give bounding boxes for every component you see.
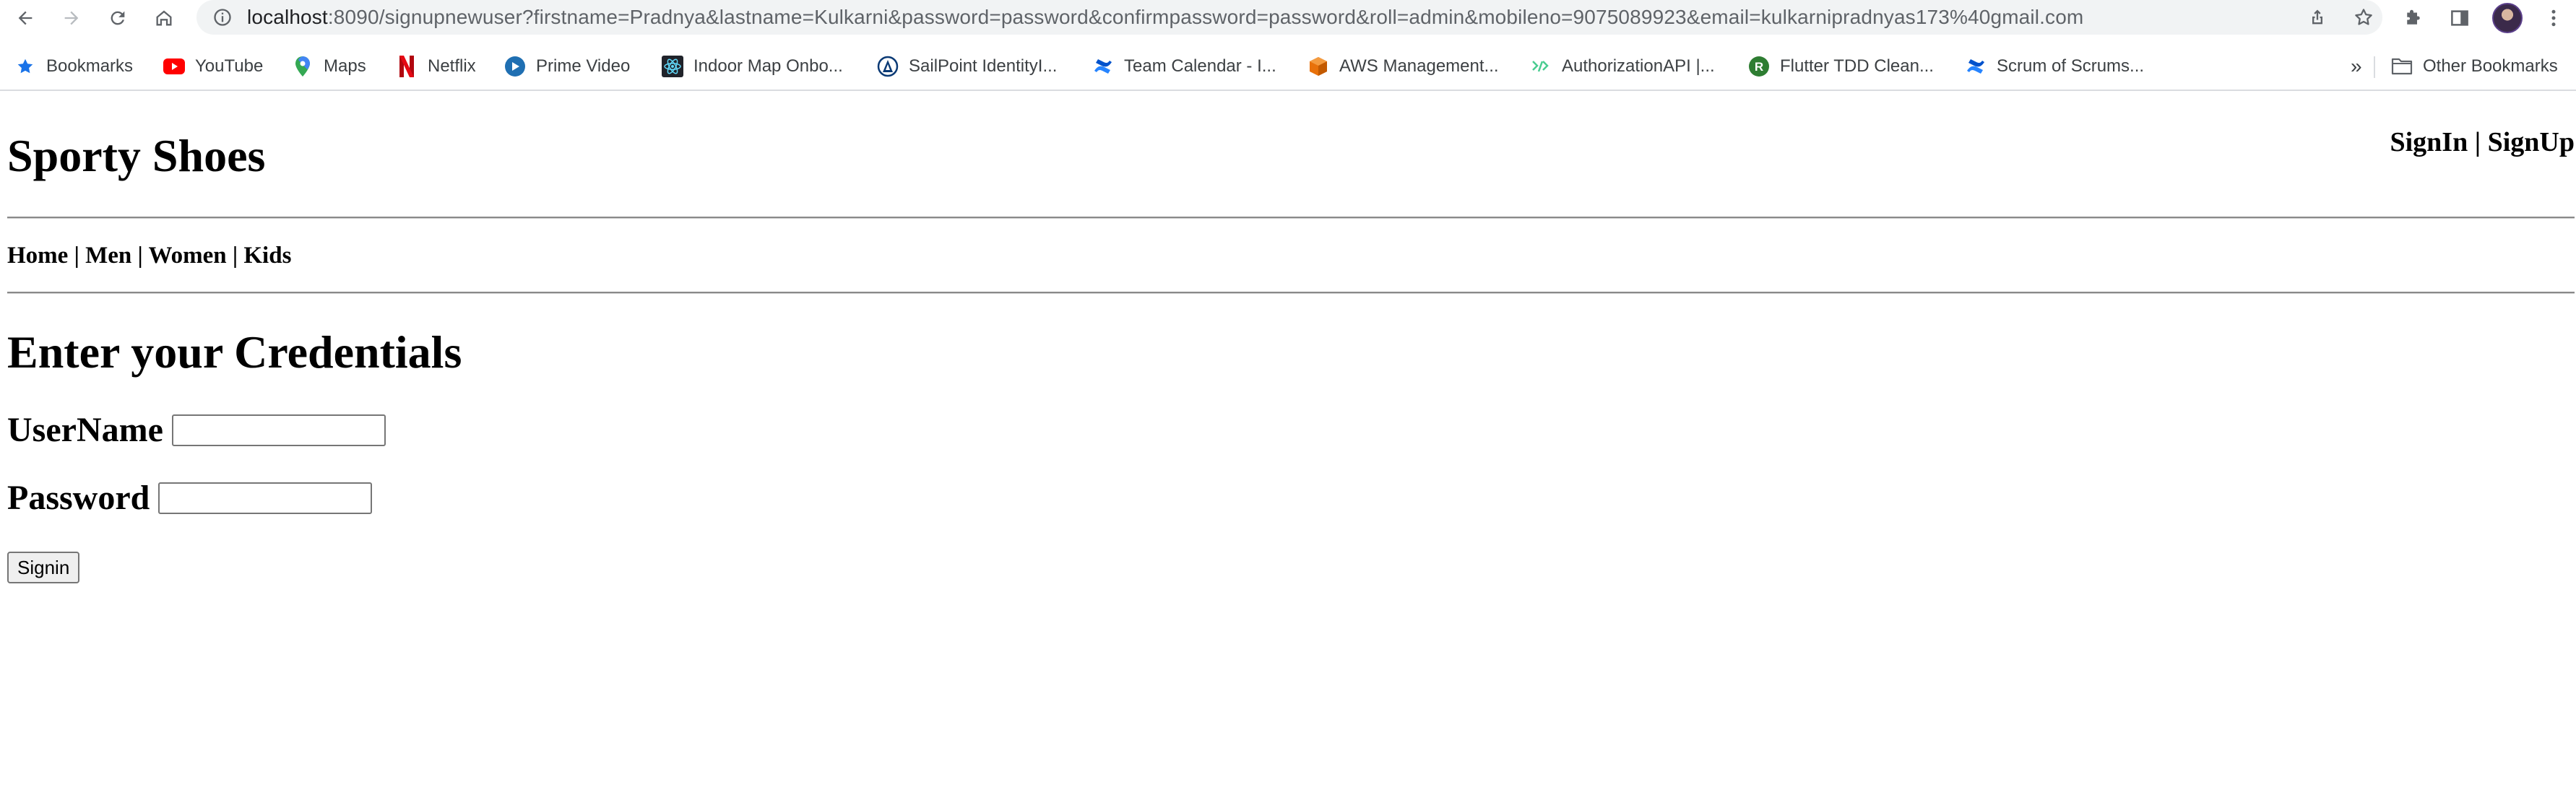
header-divider (7, 217, 2575, 219)
bookmark-label: Team Calendar - I... (1124, 56, 1276, 76)
signup-link[interactable]: SignUp (2488, 127, 2575, 157)
bookmark-label: Other Bookmarks (2423, 56, 2558, 76)
more-vertical-icon[interactable] (2540, 4, 2567, 32)
page-content: Sporty Shoes SignIn | SignUp Home | Men … (0, 91, 2576, 787)
browser-toolbar: localhost:8090/signupnewuser?firstname=P… (0, 0, 2576, 36)
svg-text:R: R (1755, 60, 1763, 74)
bookmark-label: Prime Video (536, 56, 631, 76)
password-row: Password (7, 479, 373, 517)
maps-pin-icon (292, 56, 314, 77)
menu-divider (7, 292, 2575, 294)
bookmark-label: AuthorizationAPI |... (1562, 56, 1715, 76)
bookmarks-divider (2374, 56, 2375, 78)
address-bar[interactable]: localhost:8090/signupnewuser?firstname=P… (196, 0, 2382, 35)
folder-icon (2391, 56, 2413, 77)
forward-arrow-icon[interactable] (56, 3, 87, 33)
info-icon[interactable] (212, 7, 233, 31)
bookmark-item[interactable]: SailPoint IdentityI... (877, 53, 1057, 79)
menu-item-women[interactable]: Women (148, 243, 226, 269)
star-icon (14, 56, 36, 77)
share-icon[interactable] (2306, 6, 2329, 29)
username-label: UserName (7, 411, 163, 449)
bookmark-item[interactable]: AWS Management... (1308, 53, 1499, 79)
r-logo-icon: R (1748, 56, 1770, 77)
bookmark-item[interactable]: Scrum of Scrums... (1965, 53, 2144, 79)
site-brand: Sporty Shoes (7, 130, 266, 181)
bookmark-label: Scrum of Scrums... (1997, 56, 2145, 76)
username-row: UserName (7, 413, 386, 448)
home-icon[interactable] (149, 3, 179, 33)
netflix-icon (396, 56, 418, 77)
bookmark-item[interactable]: Bookmarks (14, 53, 133, 79)
menu-item-men[interactable]: Men (85, 243, 131, 269)
youtube-icon (163, 56, 185, 77)
username-input[interactable] (171, 414, 386, 446)
reload-icon[interactable] (103, 3, 133, 33)
password-label: Password (7, 479, 150, 517)
prime-video-icon (504, 56, 526, 77)
sailpoint-icon (877, 56, 899, 77)
menu-separator: | (74, 243, 79, 269)
bookmark-label: Maps (324, 56, 366, 76)
url-host: localhost (247, 6, 328, 28)
bookmark-label: YouTube (195, 56, 264, 76)
confluence-icon (1965, 56, 1987, 77)
signin-button[interactable]: Signin (7, 552, 80, 583)
menu-separator: | (232, 243, 238, 269)
auth-separator: | (2474, 127, 2481, 157)
main-menu: Home | Men | Women | Kids (7, 244, 291, 268)
bookmarks-bar: Bookmarks YouTube Maps Netflix Prime Vid… (0, 46, 2576, 87)
bookmark-item[interactable]: R Flutter TDD Clean... (1748, 53, 1934, 79)
url-path: :8090/signupnewuser?firstname=Pradnya&la… (327, 6, 2084, 28)
menu-separator: | (137, 243, 143, 269)
bookmark-label: Flutter TDD Clean... (1780, 56, 1934, 76)
menu-item-kids[interactable]: Kids (243, 243, 291, 269)
confluence-icon (1092, 56, 1114, 77)
form-title: Enter your Credentials (7, 326, 462, 378)
aws-cube-icon (1308, 56, 1329, 77)
puzzle-icon[interactable] (2400, 4, 2427, 32)
bookmark-item[interactable]: YouTube (163, 53, 263, 79)
bookmark-label: Netflix (428, 56, 476, 76)
signin-link[interactable]: SignIn (2390, 127, 2468, 157)
side-panel-icon[interactable] (2446, 4, 2473, 32)
bookmark-label: Indoor Map Onbo... (693, 56, 843, 76)
bookmark-label: Bookmarks (46, 56, 134, 76)
auth-links: SignIn | SignUp (2390, 129, 2575, 156)
bookmark-label: AWS Management... (1339, 56, 1499, 76)
other-bookmarks[interactable]: Other Bookmarks (2391, 53, 2558, 79)
bookmark-item[interactable]: AuthorizationAPI |... (1530, 53, 1715, 79)
password-input[interactable] (158, 482, 373, 514)
react-icon (662, 56, 683, 77)
bookmark-item[interactable]: Netflix (396, 53, 476, 79)
profile-avatar[interactable] (2492, 3, 2523, 33)
swagger-icon (1530, 56, 1552, 77)
back-arrow-icon[interactable] (10, 3, 40, 33)
bookmark-item[interactable]: Team Calendar - I... (1092, 53, 1276, 79)
bookmark-item[interactable]: Maps (292, 53, 366, 79)
bookmarks-overflow-button[interactable]: » (2351, 53, 2362, 79)
bookmark-item[interactable]: Indoor Map Onbo... (662, 53, 843, 79)
bookmark-star-icon[interactable] (2352, 6, 2375, 29)
url-text[interactable]: localhost:8090/signupnewuser?firstname=P… (247, 6, 2083, 28)
bookmark-item[interactable]: Prime Video (504, 53, 630, 79)
bookmark-label: SailPoint IdentityI... (909, 56, 1058, 76)
menu-item-home[interactable]: Home (7, 243, 68, 269)
